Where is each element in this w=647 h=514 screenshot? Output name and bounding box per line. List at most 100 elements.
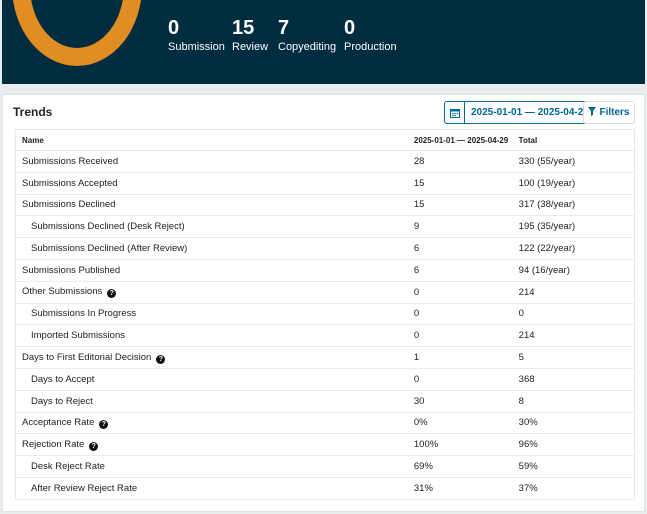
metric-total-value: 330 (55/year) <box>512 150 635 173</box>
metric-total-value: 317 (38/year) <box>512 193 635 217</box>
table-row: Rejection Rate? 100% 96% <box>14 433 635 457</box>
table-row: Other Submissions? 0 214 <box>14 280 635 304</box>
trends-panel: Trends 2025-01-01 — 2025-04-29 Filters N… <box>2 94 645 512</box>
metric-name: Imported Submissions <box>31 330 125 342</box>
metric-total-value: 368 <box>512 367 635 391</box>
metric-name: Submissions Accepted <box>22 177 118 189</box>
metric-range-value: 31% <box>407 476 513 500</box>
metric-name-cell: Days to Accept <box>14 367 408 391</box>
metric-total-value: 96% <box>512 433 635 457</box>
metric-name: Desk Reject Rate <box>31 461 105 473</box>
metric-name-cell: Submissions Accepted <box>14 171 408 195</box>
stage-submission[interactable]: 0 Submission <box>168 16 225 54</box>
metric-range-value: 69% <box>407 455 513 478</box>
metric-range-value: 9 <box>407 215 513 239</box>
trends-table-body: Submissions Received 28 330 (55/year) Submi… <box>14 150 635 500</box>
metric-total-value: 8 <box>512 389 635 413</box>
table-row: Days to First Editorial Decision? 1 5 <box>14 346 635 369</box>
metric-range-value: 0% <box>407 411 513 435</box>
metric-name-cell: Submissions Declined (After Review) <box>14 237 408 260</box>
filter-icon <box>588 106 597 119</box>
filters-button[interactable]: Filters <box>583 101 635 124</box>
table-row: Acceptance Rate? 0% 30% <box>14 411 635 435</box>
stage-review[interactable]: 15 Review <box>232 16 268 54</box>
metric-name: Submissions Received <box>22 155 119 167</box>
metric-range-value: 0 <box>407 302 513 326</box>
metric-range-value: 30 <box>407 389 513 413</box>
help-icon[interactable]: ? <box>107 289 117 299</box>
stage-count: 15 <box>232 17 255 36</box>
metric-name: Days to Accept <box>31 373 95 385</box>
stage-count: 0 <box>168 17 180 36</box>
column-header-name[interactable]: Name <box>14 129 408 151</box>
date-range-button[interactable]: 2025-01-01 — 2025-04-29 <box>444 101 596 124</box>
stage-copyediting[interactable]: 7 Copyediting <box>278 16 336 54</box>
help-icon[interactable]: ? <box>99 419 109 429</box>
table-row: Submissions Published 6 94 (16/year) <box>14 258 635 282</box>
metric-total-value: 30% <box>512 411 635 435</box>
trends-title: Trends <box>13 105 53 119</box>
metric-total-value: 0 <box>512 302 635 326</box>
metric-range-value: 100% <box>407 433 513 457</box>
help-icon[interactable]: ? <box>156 354 166 364</box>
trends-table: Name 2025-01-01 — 2025-04-29 Total Submi… <box>14 129 635 500</box>
table-row: Submissions Accepted 15 100 (19/year) <box>14 171 635 195</box>
metric-range-value: 28 <box>407 150 513 173</box>
metric-name-cell: After Review Reject Rate <box>14 476 408 500</box>
submissions-donut-chart <box>12 0 142 66</box>
metric-name-cell: Submissions Declined <box>14 193 408 217</box>
table-row: Submissions In Progress 0 0 <box>14 302 635 326</box>
metric-name-cell: Submissions Declined (Desk Reject) <box>14 215 408 239</box>
metric-range-value: 0 <box>407 280 513 304</box>
metric-name: Submissions Published <box>22 264 121 276</box>
date-range-label: 2025-01-01 — 2025-04-29 <box>471 107 589 118</box>
table-header-row: Name 2025-01-01 — 2025-04-29 Total <box>14 129 635 151</box>
filters-label: Filters <box>599 107 630 118</box>
stage-label: Review <box>232 41 269 53</box>
stage-label: Production <box>344 41 397 53</box>
metric-name: Submissions Declined (Desk Reject) <box>31 221 185 233</box>
metric-name-cell: Acceptance Rate? <box>14 411 408 435</box>
stage-production[interactable]: 0 Production <box>344 16 397 54</box>
metric-range-value: 0 <box>407 324 513 348</box>
metric-name-cell: Days to Reject <box>14 389 408 413</box>
metric-name-cell: Other Submissions? <box>14 280 408 304</box>
metric-name-cell: Submissions In Progress <box>14 302 408 326</box>
metric-name: Submissions In Progress <box>31 308 137 320</box>
metric-total-value: 214 <box>512 324 635 348</box>
stage-count: 0 <box>344 17 356 36</box>
metric-name: Submissions Declined <box>22 199 116 211</box>
submission-summary-header: 0 Submission 15 Review 7 Copyediting 0 P… <box>2 0 645 84</box>
table-row: Imported Submissions 0 214 <box>14 324 635 348</box>
table-row: Days to Reject 30 8 <box>14 389 635 413</box>
stage-count: 7 <box>278 17 290 36</box>
metric-range-value: 1 <box>407 346 513 369</box>
metric-total-value: 59% <box>512 455 635 478</box>
metric-name: Days to First Editorial Decision <box>22 351 152 363</box>
metric-range-value: 6 <box>407 258 513 282</box>
column-header-range[interactable]: 2025-01-01 — 2025-04-29 <box>407 129 513 151</box>
metric-total-value: 122 (22/year) <box>512 237 635 260</box>
metric-name: Submissions Declined (After Review) <box>31 243 188 255</box>
metric-range-value: 15 <box>407 171 513 195</box>
calendar-icon <box>445 102 465 123</box>
metric-name-cell: Submissions Received <box>14 150 408 173</box>
metric-range-value: 6 <box>407 237 513 260</box>
metric-total-value: 37% <box>512 476 635 500</box>
metric-range-value: 0 <box>407 367 513 391</box>
metric-name-cell: Rejection Rate? <box>14 433 408 457</box>
metric-total-value: 195 (35/year) <box>512 215 635 239</box>
metric-name-cell: Desk Reject Rate <box>14 455 408 478</box>
column-header-total[interactable]: Total <box>512 129 635 151</box>
table-row: Desk Reject Rate 69% 59% <box>14 455 635 478</box>
metric-total-value: 5 <box>512 346 635 369</box>
stage-label: Submission <box>168 41 225 53</box>
metric-range-value: 15 <box>407 193 513 217</box>
metric-name: After Review Reject Rate <box>31 482 138 494</box>
metric-name: Other Submissions <box>22 286 103 298</box>
metric-name-cell: Imported Submissions <box>14 324 408 348</box>
metric-name: Rejection Rate <box>22 438 85 450</box>
help-icon[interactable]: ? <box>89 441 99 451</box>
stage-label: Copyediting <box>278 41 337 53</box>
table-row: Submissions Declined 15 317 (38/year) <box>14 193 635 217</box>
